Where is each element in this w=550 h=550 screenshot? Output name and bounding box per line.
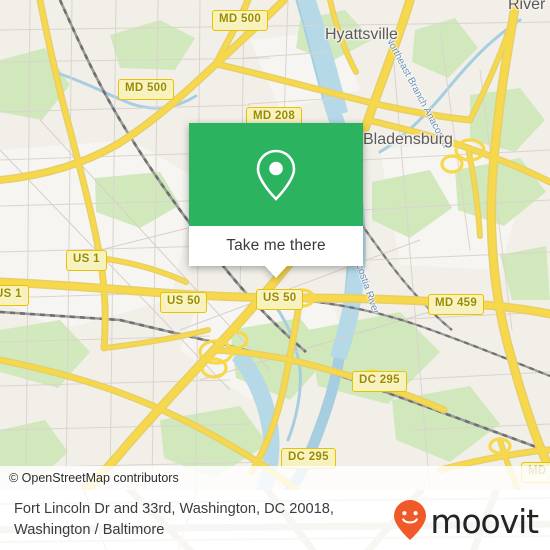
road-shield-dc-295-a[interactable]: DC 295 <box>352 371 407 392</box>
road-shield-us-50-a[interactable]: US 50 <box>160 292 208 313</box>
map-pin-icon <box>254 147 298 203</box>
road-shield-us-1-a[interactable]: US 1 <box>66 250 107 271</box>
place-label-river: River <box>508 0 546 13</box>
osm-attribution-text[interactable]: © OpenStreetMap contributors <box>9 471 179 485</box>
moovit-smiley-pin-icon <box>393 499 427 541</box>
popup-pointer <box>265 266 287 278</box>
road-shield-md-459[interactable]: MD 459 <box>428 294 485 315</box>
address-line-1: Fort Lincoln Dr and 33rd, Washington, DC… <box>14 501 334 518</box>
moovit-logo[interactable]: moovit <box>393 499 539 541</box>
address-line-2: Washington / Baltimore <box>14 522 165 538</box>
road-shield-us-1-b[interactable]: US 1 <box>0 285 29 306</box>
moovit-map-card: Northeast Branch Anacostia Anacostia Riv… <box>0 0 550 550</box>
moovit-wordmark: moovit <box>430 501 539 541</box>
map-attribution-bar: © OpenStreetMap contributors <box>0 466 550 490</box>
road-shield-us-50-b[interactable]: US 50 <box>256 289 304 310</box>
road-shield-md-500-a[interactable]: MD 500 <box>212 10 269 31</box>
address-text: Fort Lincoln Dr and 33rd, Washington, DC… <box>14 499 334 540</box>
take-me-there-label: Take me there <box>226 237 326 254</box>
road-shield-md-500-b[interactable]: MD 500 <box>118 79 175 100</box>
location-popup[interactable]: Take me there <box>189 123 363 278</box>
map-canvas[interactable]: Northeast Branch Anacostia Anacostia Riv… <box>0 0 550 490</box>
place-label-hyattsville: Hyattsville <box>325 26 398 43</box>
footer-bar: Fort Lincoln Dr and 33rd, Washington, DC… <box>0 490 550 550</box>
popup-action[interactable]: Take me there <box>189 226 363 266</box>
place-label-bladensburg: Bladensburg <box>363 131 453 148</box>
popup-header <box>189 123 363 226</box>
